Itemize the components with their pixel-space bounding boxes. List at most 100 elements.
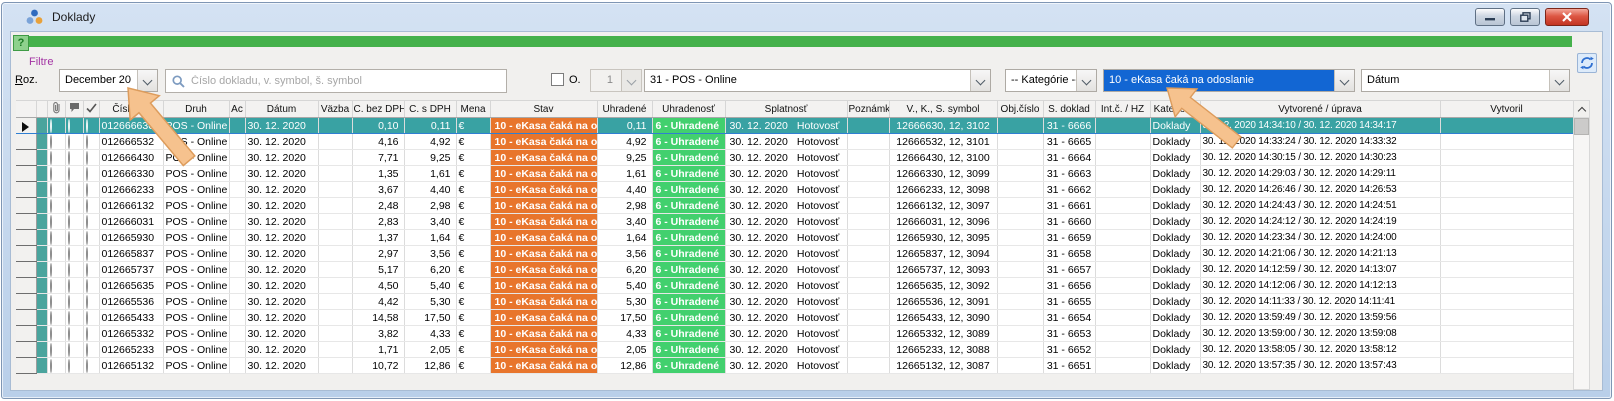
refresh-icon <box>1580 56 1594 70</box>
col-header-sdoklad[interactable]: S. doklad <box>1043 101 1095 118</box>
minimize-icon <box>1485 13 1495 21</box>
cell-obj-cislo <box>997 358 1043 374</box>
row-stripe <box>36 294 47 310</box>
table-row[interactable]: 012666233 POS - Online 30. 12. 2020 3,67… <box>16 182 1573 198</box>
cell-obj-cislo <box>997 134 1043 150</box>
table-row[interactable]: 012666532 POS - Online 30. 12. 2020 4,16… <box>16 134 1573 150</box>
col-header-vytvorene[interactable]: Vytvorené / úprava <box>1200 101 1440 118</box>
cell-vytvorene: 30. 12. 2020 14:26:46 / 30. 12. 2020 14:… <box>1200 182 1440 198</box>
chevron-down-icon[interactable] <box>1076 70 1096 91</box>
date-mode-combobox[interactable]: Dátum <box>1361 69 1570 92</box>
check-marker <box>86 263 88 277</box>
cell-ac <box>229 310 245 326</box>
close-button[interactable] <box>1545 8 1589 26</box>
table-row[interactable]: 012665433 POS - Online 30. 12. 2020 14,5… <box>16 310 1573 326</box>
cell-vytvoril <box>1440 118 1573 134</box>
col-header-check[interactable] <box>83 101 99 118</box>
table-row[interactable]: 012666630 POS - Online 30. 12. 2020 0,10… <box>16 118 1573 134</box>
col-header-uhradene[interactable]: Uhradené <box>597 101 652 118</box>
help-button[interactable]: ? <box>13 35 29 51</box>
cell-c-s-dph: 1,61 <box>404 166 456 182</box>
col-header-vytvoril[interactable]: Vytvoril <box>1440 101 1573 118</box>
col-header-vazba[interactable]: Väzba <box>318 101 352 118</box>
cell-vytvoril <box>1440 230 1573 246</box>
cell-vytvorene: 30. 12. 2020 13:59:49 / 30. 12. 2020 13:… <box>1200 310 1440 326</box>
col-header-splatnost[interactable]: Splatnosť <box>725 101 847 118</box>
cell-s-doklad: 31 - 6652 <box>1043 342 1095 358</box>
table-row[interactable]: 012666430 POS - Online 30. 12. 2020 7,71… <box>16 150 1573 166</box>
col-header-intc[interactable]: Int.č. / HZ <box>1095 101 1150 118</box>
cell-int-hz <box>1095 198 1150 214</box>
cell-stav: 10 - eKasa čaká na o <box>490 342 597 358</box>
search-input[interactable] <box>191 75 506 87</box>
check-marker <box>86 295 88 309</box>
cell-datum: 30. 12. 2020 <box>245 134 318 150</box>
minimize-button[interactable] <box>1475 8 1505 26</box>
cell-symbol: 12665433, 12, 3090 <box>889 310 997 326</box>
table-row[interactable]: 012665132 POS - Online 30. 12. 2020 10,7… <box>16 358 1573 374</box>
cell-c-s-dph: 2,98 <box>404 198 456 214</box>
chevron-down-icon[interactable] <box>1334 70 1354 91</box>
col-header-comment[interactable] <box>65 101 83 118</box>
attachment-marker <box>50 167 52 181</box>
table-row[interactable]: 012666330 POS - Online 30. 12. 2020 1,35… <box>16 166 1573 182</box>
cell-ac <box>229 342 245 358</box>
cell-kategoria: Doklady <box>1150 246 1200 262</box>
col-header-ac[interactable]: Ac <box>229 101 245 118</box>
cell-splatnost: 30. 12. 2020Hotovosť <box>725 262 847 278</box>
col-header-datum[interactable]: Dátum <box>245 101 318 118</box>
cell-splatnost: 30. 12. 2020Hotovosť <box>725 294 847 310</box>
table-row[interactable]: 012665536 POS - Online 30. 12. 2020 4,42… <box>16 294 1573 310</box>
restore-button[interactable] <box>1510 8 1540 26</box>
table-row[interactable]: 012665635 POS - Online 30. 12. 2020 4,50… <box>16 278 1573 294</box>
scroll-up-button[interactable] <box>1574 101 1589 118</box>
attachment-marker <box>50 311 52 325</box>
col-header-attachment[interactable] <box>47 101 65 118</box>
chevron-down-icon[interactable] <box>1549 70 1569 91</box>
row-stripe <box>36 326 47 342</box>
app-logo-icon <box>26 9 43 25</box>
table-row[interactable]: 012666031 POS - Online 30. 12. 2020 2,83… <box>16 214 1573 230</box>
table-row[interactable]: 012666132 POS - Online 30. 12. 2020 2,48… <box>16 198 1573 214</box>
cell-vytvorene: 30. 12. 2020 14:24:12 / 30. 12. 2020 14:… <box>1200 214 1440 230</box>
category-combobox[interactable]: -- Kategórie -- <box>1005 69 1097 92</box>
cell-vytvoril <box>1440 150 1573 166</box>
vertical-scrollbar[interactable] <box>1573 100 1590 390</box>
o-checkbox[interactable] <box>551 73 564 86</box>
chevron-down-icon[interactable] <box>970 70 990 91</box>
status-combobox[interactable]: 10 - eKasa čaká na odoslanie <box>1103 69 1355 92</box>
book-combobox[interactable]: 31 - POS - Online <box>644 69 991 92</box>
col-header-symbol[interactable]: V., K., S. symbol <box>889 101 997 118</box>
category-value: -- Kategórie -- <box>1006 70 1076 91</box>
table-row[interactable]: 012665233 POS - Online 30. 12. 2020 1,71… <box>16 342 1573 358</box>
cell-obj-cislo <box>997 326 1043 342</box>
cell-int-hz <box>1095 278 1150 294</box>
cell-vytvoril <box>1440 214 1573 230</box>
scrollbar-thumb[interactable] <box>1574 118 1589 135</box>
cell-poznamka <box>847 198 889 214</box>
table-row[interactable]: 012665837 POS - Online 30. 12. 2020 2,97… <box>16 246 1573 262</box>
col-header-cbez[interactable]: C. bez DPH <box>352 101 404 118</box>
refresh-button[interactable] <box>1577 53 1597 73</box>
cell-vytvorene: 30. 12. 2020 13:58:05 / 30. 12. 2020 13:… <box>1200 342 1440 358</box>
col-header-obj[interactable]: Obj.číslo <box>997 101 1043 118</box>
restore-icon <box>1520 12 1531 22</box>
col-header-stav[interactable]: Stav <box>490 101 597 118</box>
document-searchbox[interactable] <box>165 69 507 93</box>
cell-s-doklad: 31 - 6665 <box>1043 134 1095 150</box>
col-header-poznamka[interactable]: Poznámka <box>847 101 889 118</box>
col-header-cs[interactable]: C. s DPH <box>404 101 456 118</box>
cell-c-bez-dph: 4,50 <box>352 278 404 294</box>
table-row[interactable]: 012665332 POS - Online 30. 12. 2020 3,82… <box>16 326 1573 342</box>
table-row[interactable]: 012665930 POS - Online 30. 12. 2020 1,37… <box>16 230 1573 246</box>
table-row[interactable]: 012665737 POS - Online 30. 12. 2020 5,17… <box>16 262 1573 278</box>
col-header-mena[interactable]: Mena <box>456 101 490 118</box>
comment-marker <box>68 135 70 149</box>
col-header-uhradenost[interactable]: Uhradenosť <box>652 101 725 118</box>
cell-cislo: 012665837 <box>99 246 163 262</box>
cell-c-bez-dph: 7,71 <box>352 150 404 166</box>
check-marker <box>86 167 88 181</box>
cell-c-bez-dph: 1,37 <box>352 230 404 246</box>
documents-table: Číslo F6 Druh Ac Dátum Väzba C. bez DPH … <box>16 100 1574 374</box>
cell-int-hz <box>1095 118 1150 134</box>
